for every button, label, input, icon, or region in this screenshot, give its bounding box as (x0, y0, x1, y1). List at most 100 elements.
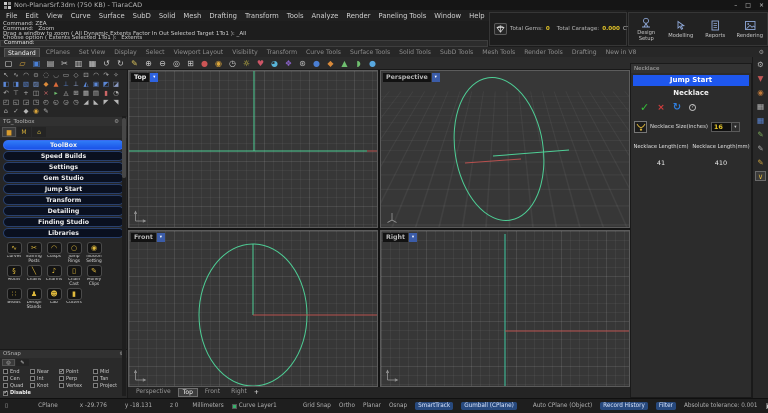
toolbar-tab[interactable]: CPlanes (43, 48, 73, 57)
toolbox-button[interactable]: Speed Builds (3, 151, 124, 161)
toolbar-icon[interactable]: ● (367, 58, 378, 69)
toolbar-icon[interactable]: ⊕ (143, 58, 154, 69)
toolbar-icon[interactable]: ◆ (325, 58, 336, 69)
tool-icon[interactable]: ⌂ (1, 107, 11, 116)
add-viewport-button[interactable]: + (254, 389, 259, 396)
toolbar-icon[interactable]: ◷ (227, 58, 238, 69)
toolbar-icon[interactable]: ● (199, 58, 210, 69)
toolbar-tab[interactable]: Surface Tools (347, 48, 393, 57)
toolbox-item[interactable]: ∿ Curves (4, 242, 24, 264)
toolbar-icon[interactable]: ● (311, 58, 322, 69)
reports-button[interactable]: Reports (698, 13, 733, 45)
menu-item[interactable]: SubD (133, 12, 151, 20)
osnap-disable-checkbox[interactable]: Disable (0, 389, 127, 398)
viewport-menu-chevron-icon[interactable]: ▾ (409, 233, 417, 242)
panel-tab-icon[interactable]: ▼ (755, 73, 766, 83)
toolbar-tab[interactable]: Curve Tools (303, 48, 344, 57)
menu-item[interactable]: Transform (245, 12, 279, 20)
osnap-tab[interactable]: ◎ (2, 359, 15, 366)
smarttrack-toggle[interactable]: SmartTrack (415, 402, 453, 410)
toolbar-icon[interactable]: ↺ (101, 58, 112, 69)
tool-icon[interactable]: ⊞ (71, 89, 81, 98)
gumball-toggle[interactable]: Gumball (CPlane) (461, 402, 517, 410)
viewport-title-front[interactable]: Front (131, 233, 156, 242)
maximize-button[interactable]: □ (745, 2, 751, 9)
sidebar-scrollbar[interactable] (122, 116, 126, 396)
ortho-toggle[interactable]: Ortho (339, 403, 355, 409)
menu-item[interactable]: Render (346, 12, 370, 20)
toolbar-icon[interactable]: ✂ (59, 58, 70, 69)
tool-icon[interactable]: ▸ (51, 89, 61, 98)
info-icon[interactable]: ? (689, 104, 696, 111)
auto-cplane-toggle[interactable]: Auto CPlane (Object) (533, 403, 592, 409)
chevron-down-icon[interactable]: ▾ (731, 123, 739, 131)
menu-item[interactable]: Drafting (209, 12, 237, 20)
tool-icon[interactable]: ⊡ (81, 71, 91, 80)
toolbar-icon[interactable]: ⊖ (157, 58, 168, 69)
osnap-checkbox[interactable]: End (3, 368, 30, 375)
toolbar-icon[interactable]: ▤ (45, 58, 56, 69)
osnap-checkbox[interactable]: Perp (59, 375, 93, 382)
modelling-button[interactable]: Modelling (664, 13, 699, 45)
toolbox-tab[interactable]: ⌂ (32, 127, 46, 137)
osnap-toggle[interactable]: Osnap (389, 403, 407, 409)
tool-icon[interactable]: ▣ (91, 80, 101, 89)
osnap-checkbox[interactable]: Mid (93, 368, 123, 375)
viewport-right[interactable]: Right ▾ (380, 230, 630, 387)
tool-icon[interactable]: ◲ (21, 98, 31, 107)
tool-icon[interactable]: ↷ (101, 71, 111, 80)
osnap-checkbox[interactable]: Vertex (59, 382, 93, 389)
viewport-top[interactable]: Top ▾ (128, 70, 378, 228)
viewport-tab[interactable]: Perspective (132, 388, 175, 397)
menu-item[interactable]: Mesh (183, 12, 201, 20)
osnap-checkbox[interactable]: Int (30, 375, 59, 382)
tool-icon[interactable]: ◳ (31, 98, 41, 107)
toolbar-icon[interactable]: ⊛ (297, 58, 308, 69)
tool-icon[interactable]: ◔ (111, 89, 121, 98)
ribbon-gear-icon[interactable]: ⚙ (759, 49, 764, 56)
menu-item[interactable]: Tools (287, 12, 304, 20)
grid-snap-toggle[interactable]: Grid Snap (303, 403, 331, 409)
toolbar-tab[interactable]: Transform (264, 48, 300, 57)
tool-icon[interactable]: ▭ (61, 71, 71, 80)
tool-icon[interactable]: ◠ (21, 71, 31, 80)
tool-icon[interactable]: ↶ (1, 89, 11, 98)
minimize-button[interactable]: – (734, 2, 737, 9)
toolbox-item[interactable]: ♟ Design Stands (24, 288, 44, 310)
toolbox-item[interactable]: ╲ Chains (24, 265, 44, 287)
tool-icon[interactable]: ▧ (21, 80, 31, 89)
tool-icon[interactable]: ◠ (91, 71, 101, 80)
tool-icon[interactable]: ▲ (51, 80, 61, 89)
jump-start-header-button[interactable]: Jump Start (633, 75, 749, 86)
toolbox-item[interactable]: ◠ Clasps (44, 242, 64, 264)
tool-icon[interactable]: ◤ (101, 98, 111, 107)
cplane-selector[interactable]: CPlane (38, 403, 58, 409)
toolbox-item[interactable]: ♪ Charms (44, 265, 64, 287)
panel-tab-icon[interactable]: ∨ (755, 171, 766, 181)
viewport-menu-chevron-icon[interactable]: ▾ (157, 233, 165, 242)
toolbar-tab[interactable]: Set View (76, 48, 108, 57)
tool-icon[interactable]: ⊥ (71, 80, 81, 89)
menu-item[interactable]: Paneling Tools (379, 12, 427, 20)
current-layer-selector[interactable]: Curve Layer1 (232, 403, 277, 409)
toolbox-button[interactable]: ToolBox (3, 140, 124, 150)
refresh-button[interactable]: ↻ (673, 102, 681, 113)
viewport-tab[interactable]: Right (227, 388, 251, 397)
tool-icon[interactable]: ▨ (31, 80, 41, 89)
tool-icon[interactable]: ✎ (41, 107, 51, 116)
toolbar-tab[interactable]: Visibility (229, 48, 261, 57)
tool-icon[interactable]: ◨ (11, 80, 21, 89)
menu-item[interactable]: Help (469, 12, 485, 20)
osnap-checkbox[interactable]: Near (30, 368, 59, 375)
tool-icon[interactable]: ◉ (31, 107, 41, 116)
toolbox-button[interactable]: Finding Studio (3, 217, 124, 227)
toolbox-button[interactable]: Settings (3, 162, 124, 172)
toolbar-tab[interactable]: Select (143, 48, 168, 57)
menu-item[interactable]: View (47, 12, 63, 20)
osnap-checkbox[interactable]: Tan (93, 375, 123, 382)
menu-item[interactable]: Edit (25, 12, 38, 20)
panel-tab-icon[interactable]: ◉ (755, 87, 766, 97)
osnap-tab[interactable]: ✎ (16, 359, 29, 366)
toolbox-item[interactable]: ▮ Cutters (64, 288, 84, 310)
panel-tab-icon[interactable]: ✎ (755, 129, 766, 139)
